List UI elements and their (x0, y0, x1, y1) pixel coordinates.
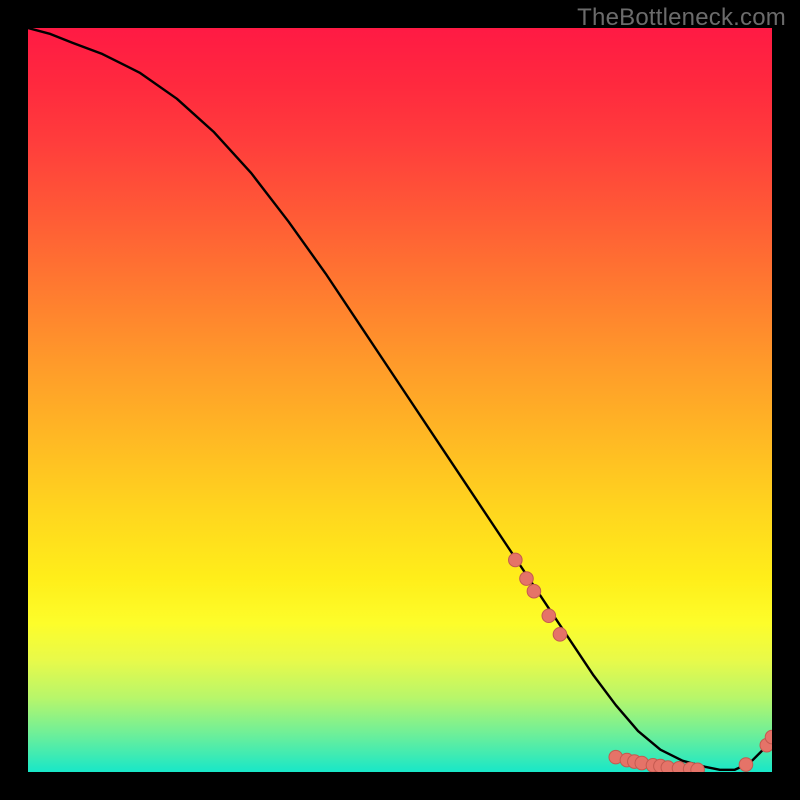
chart-svg (28, 28, 772, 772)
data-marker (691, 763, 705, 772)
data-marker (739, 758, 753, 772)
data-marker (527, 584, 541, 598)
data-marker (509, 553, 523, 567)
data-markers (509, 553, 772, 772)
data-marker (542, 609, 556, 623)
plot-area (28, 28, 772, 772)
data-marker (520, 572, 534, 586)
bottleneck-curve (28, 28, 772, 770)
chart-frame: TheBottleneck.com (0, 0, 800, 800)
data-marker (553, 628, 567, 642)
